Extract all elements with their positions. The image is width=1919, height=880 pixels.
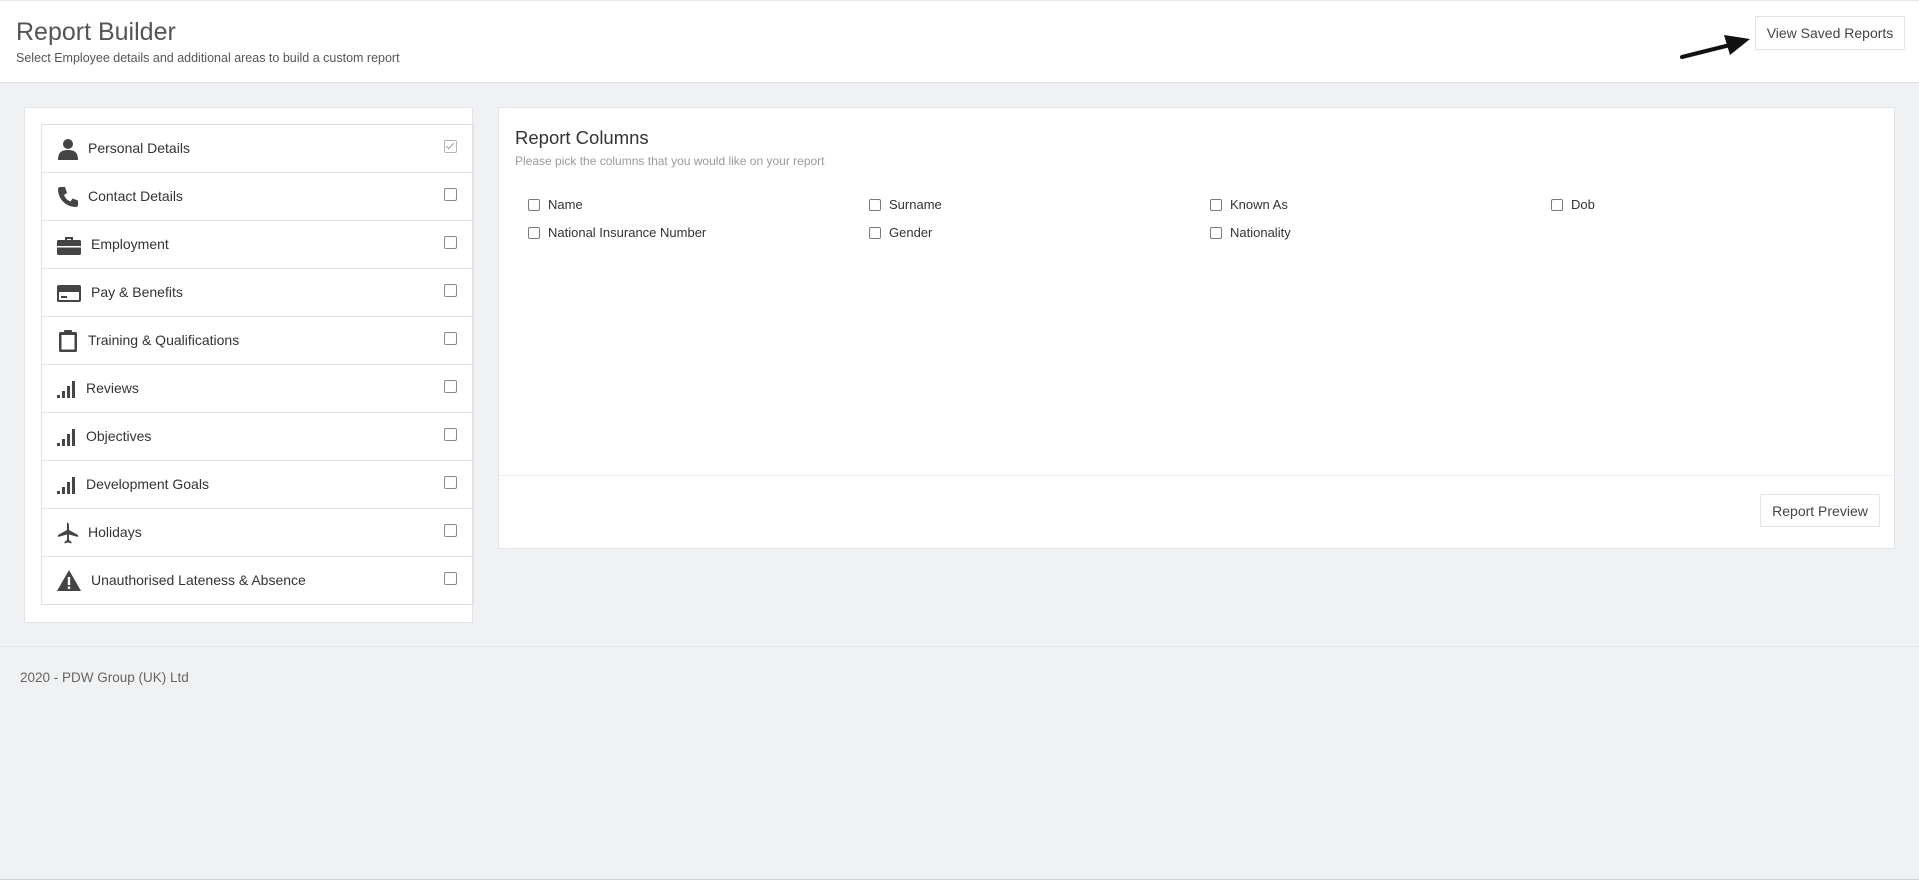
sidebar-item-personal-details[interactable]: Personal Details	[42, 125, 473, 173]
column-checkbox[interactable]	[869, 227, 881, 239]
sidebar-item-label: Reviews	[86, 380, 139, 396]
arrow-annotation-icon	[1680, 35, 1750, 59]
report-areas-list: Personal Details Contact Details Employm…	[41, 124, 474, 605]
warning-icon	[56, 569, 81, 593]
development-goals-checkbox[interactable]	[444, 476, 457, 489]
sidebar-item-label: Training & Qualifications	[88, 332, 240, 348]
sidebar-item-label: Employment	[91, 236, 169, 252]
column-checkbox[interactable]	[1551, 199, 1563, 211]
briefcase-icon	[56, 233, 81, 257]
signal-bars-icon	[56, 425, 80, 449]
sidebar-item-label: Unauthorised Lateness & Absence	[91, 572, 306, 588]
page-title: Report Builder	[16, 18, 176, 46]
column-checkbox[interactable]	[528, 227, 540, 239]
signal-bars-icon	[56, 473, 80, 497]
sidebar-item-reviews[interactable]: Reviews	[42, 365, 473, 413]
person-icon	[56, 137, 80, 161]
sidebar-item-development-goals[interactable]: Development Goals	[42, 461, 473, 509]
column-option-label: Name	[548, 197, 583, 212]
phone-icon	[56, 185, 80, 209]
footer-divider	[0, 646, 1919, 647]
personal-details-checkbox[interactable]	[444, 140, 457, 153]
training-qualifications-checkbox[interactable]	[444, 332, 457, 345]
sidebar-item-label: Objectives	[86, 428, 152, 444]
employment-checkbox[interactable]	[444, 236, 457, 249]
report-areas-panel: Personal Details Contact Details Employm…	[24, 107, 474, 623]
sidebar-item-employment[interactable]: Employment	[42, 221, 473, 269]
unauthorised-lateness-absence-checkbox[interactable]	[444, 572, 457, 585]
column-option-label: Dob	[1571, 197, 1595, 212]
sidebar-item-label: Holidays	[88, 524, 142, 540]
sidebar-item-holidays[interactable]: Holidays	[42, 509, 473, 557]
report-columns-title: Report Columns	[515, 127, 649, 148]
airplane-icon	[56, 521, 80, 545]
column-checkbox[interactable]	[869, 199, 881, 211]
report-columns-subtitle: Please pick the columns that you would l…	[515, 154, 825, 168]
report-columns-panel: Report Columns Please pick the columns t…	[498, 107, 1895, 549]
page-header: Report Builder Select Employee details a…	[0, 0, 1919, 83]
sidebar-item-label: Development Goals	[86, 476, 209, 492]
column-checkbox[interactable]	[528, 199, 540, 211]
column-option-label: Gender	[889, 225, 933, 240]
sidebar-item-pay-benefits[interactable]: Pay & Benefits	[42, 269, 473, 317]
column-option-label: Surname	[889, 197, 942, 212]
sidebar-item-objectives[interactable]: Objectives	[42, 413, 473, 461]
sidebar-item-training-qualifications[interactable]: Training & Qualifications	[42, 317, 473, 365]
panel-divider	[499, 475, 1894, 476]
page-subtitle: Select Employee details and additional a…	[16, 51, 400, 65]
column-checkbox[interactable]	[1210, 227, 1222, 239]
sidebar-item-label: Contact Details	[88, 188, 183, 204]
holidays-checkbox[interactable]	[444, 524, 457, 537]
contact-details-checkbox[interactable]	[444, 188, 457, 201]
pay-benefits-checkbox[interactable]	[444, 284, 457, 297]
column-option-label: Nationality	[1230, 225, 1291, 240]
clipboard-icon	[56, 329, 80, 353]
footer-copyright: 2020 - PDW Group (UK) Ltd	[20, 670, 189, 685]
credit-card-icon	[56, 281, 81, 305]
sidebar-item-contact-details[interactable]: Contact Details	[42, 173, 473, 221]
report-preview-button[interactable]: Report Preview	[1760, 494, 1880, 527]
reviews-checkbox[interactable]	[444, 380, 457, 393]
column-option-label: Known As	[1230, 197, 1288, 212]
view-saved-reports-button[interactable]: View Saved Reports	[1755, 16, 1905, 50]
sidebar-item-label: Pay & Benefits	[91, 284, 183, 300]
sidebar-item-unauthorised-lateness-absence[interactable]: Unauthorised Lateness & Absence	[42, 557, 473, 604]
signal-bars-icon	[56, 377, 80, 401]
column-option-label: National Insurance Number	[548, 225, 707, 240]
column-checkbox[interactable]	[1210, 199, 1222, 211]
objectives-checkbox[interactable]	[444, 428, 457, 441]
sidebar-item-label: Personal Details	[88, 140, 190, 156]
